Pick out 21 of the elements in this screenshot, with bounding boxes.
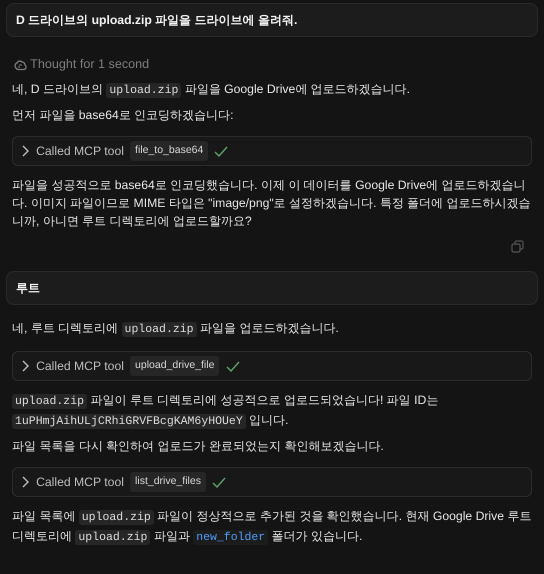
message-text: 네, D 드라이브의 upload.zip 파일을 Google Drive에 업로드하겠습니다. bbox=[11, 81, 412, 100]
message-text: 네, 루트 디렉토리에 upload.zip 파일을 업로드하겠습니다. bbox=[11, 320, 340, 340]
tool-call-label: Called MCP tool bbox=[36, 358, 124, 376]
message-text: 파일을 성공적으로 base64로 인코딩했습니다. 이제 이 데이터를 Google Drive에 업로드하겠습니다. 이미지 파일이므로 MIME 타입은 "image/png"로 설정하겠습니다. 특정 폴더에 업로드하시겠습니까, 아니면 루트 디렉토리에 업로드할까요? bbox=[11, 177, 532, 230]
user-message: 루트 bbox=[16, 281, 40, 296]
file-link[interactable]: new_folder bbox=[193, 530, 268, 545]
tool-call-panel[interactable]: Called MCP tool list_drive_files bbox=[12, 467, 532, 497]
tool-name: upload_drive_file bbox=[130, 356, 220, 376]
copy-icon[interactable] bbox=[511, 240, 524, 254]
user-message: D 드라이브의 upload.zip 파일을 드라이브에 올려줘. bbox=[16, 13, 298, 28]
tool-call-panel[interactable]: Called MCP tool upload_drive_file bbox=[12, 351, 532, 382]
message-text: upload.zip 파일이 루트 디렉토리에 성공적으로 업로드되었습니다! 파일 ID는 1uPHmjAihULjCRhiGRVFBcgKAM6yHOUeY 입니다. bbox=[6, 391, 538, 432]
message-text: 먼저 파일을 base64로 인코딩하겠습니다: bbox=[11, 107, 235, 124]
message-text: 파일 목록에 upload.zip 파일이 정상적으로 추가된 것을 확인했습니다. 현재 Google Drive 루트 디렉토리에 upload.zip 파일과 new_folder 폴더가 있습니다. bbox=[11, 508, 532, 547]
message-text: 파일 목록을 다시 확인하여 업로드가 완료되었는지 확인해보겠습니다. bbox=[11, 438, 385, 456]
tool-name: list_drive_files bbox=[130, 472, 206, 492]
tool-call-label: Called MCP tool bbox=[36, 143, 124, 160]
tool-name: file_to_base64 bbox=[130, 141, 208, 162]
tool-call-panel[interactable]: Called MCP tool file_to_base64 bbox=[12, 136, 532, 166]
tool-call-label: Called MCP tool bbox=[36, 474, 124, 491]
thought-label[interactable]: Thought for 1 second bbox=[30, 55, 150, 74]
